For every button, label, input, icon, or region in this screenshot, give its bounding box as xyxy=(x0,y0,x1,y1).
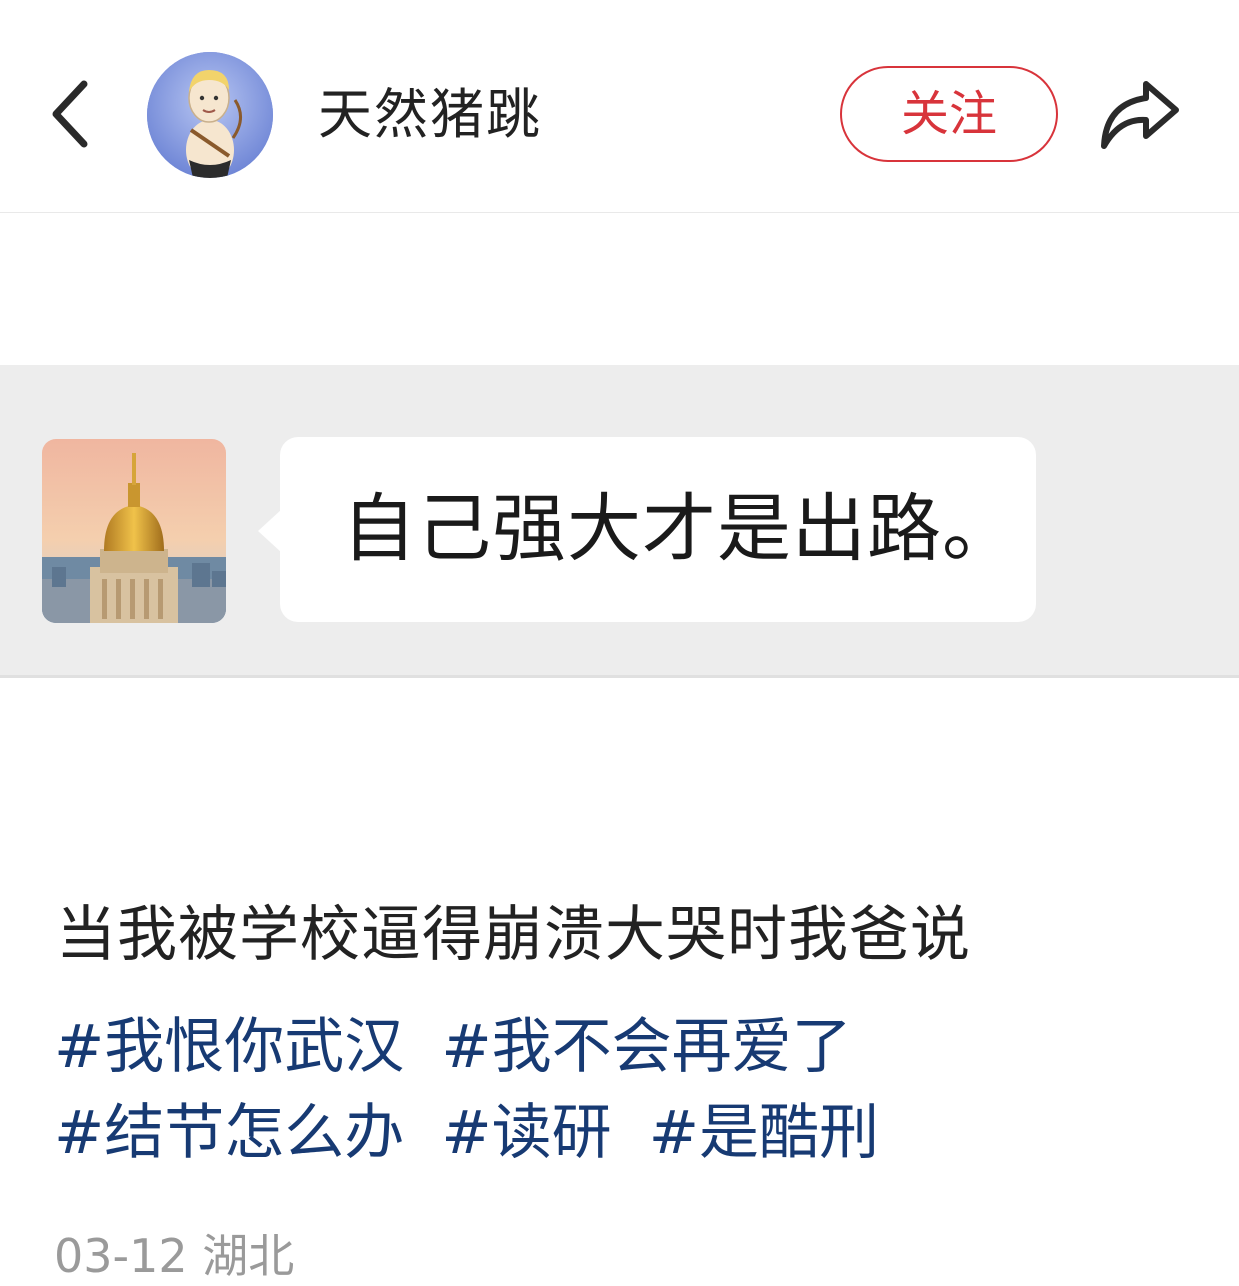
chat-bubble: 自己强大才是出路。 xyxy=(258,437,1036,622)
chat-message-text: 自己强大才是出路。 xyxy=(342,486,1017,572)
cartoon-avatar-image xyxy=(147,52,273,178)
share-arrow-icon xyxy=(1101,81,1179,149)
share-button[interactable] xyxy=(1094,76,1184,156)
chevron-left-icon xyxy=(52,80,88,148)
back-button[interactable] xyxy=(40,72,100,156)
tag-link[interactable]: #读研 xyxy=(441,1098,611,1168)
post-date: 03-12 xyxy=(54,1229,188,1283)
tag-link[interactable]: #我不会再爱了 xyxy=(441,1012,851,1082)
username[interactable]: 天然猪跳 xyxy=(318,80,542,150)
post-meta: 03-12 湖北 xyxy=(54,1226,294,1286)
tag-link[interactable]: #结节怎么办 xyxy=(54,1098,404,1168)
tag-link[interactable]: #是酷刑 xyxy=(649,1098,879,1168)
contact-avatar xyxy=(42,439,226,623)
chat-screenshot-image: 自己强大才是出路。 xyxy=(0,365,1239,678)
tag-list: #我恨你武汉 #我不会再爱了 #结节怎么办 #读研 #是酷刑 xyxy=(54,1004,1184,1176)
follow-button[interactable]: 关注 xyxy=(840,66,1058,162)
tag-link[interactable]: #我恨你武汉 xyxy=(54,1012,404,1082)
post-location: 湖北 xyxy=(202,1229,295,1283)
user-avatar[interactable] xyxy=(147,52,273,178)
dome-building-photo xyxy=(42,439,226,623)
top-bar: 天然猪跳 关注 xyxy=(0,0,1239,213)
post-title: 当我被学校逼得崩溃大哭时我爸说 xyxy=(56,900,971,970)
